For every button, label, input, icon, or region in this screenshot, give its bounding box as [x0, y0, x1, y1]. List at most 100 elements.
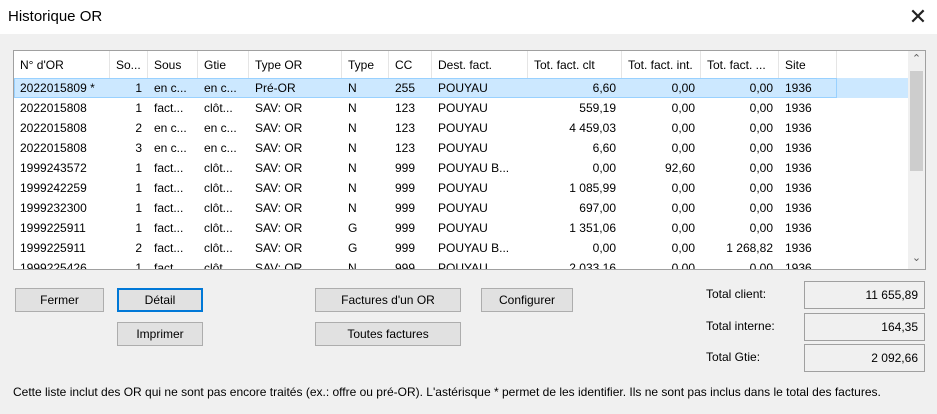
chevron-up-icon[interactable]: ⌃ — [908, 51, 925, 68]
table-row[interactable]: 1999225911 2 fact... clôt... SAV: OR G 999 POUY… — [14, 238, 909, 258]
detail-button[interactable]: Détail — [117, 288, 203, 312]
col-cc-cell: 123 — [395, 141, 416, 155]
toutes-factures-button[interactable]: Toutes factures — [315, 322, 461, 346]
col-so-cell: 1 — [135, 261, 142, 270]
col-so-cell: 2 — [135, 241, 142, 255]
col-cc-header[interactable]: CC — [389, 51, 432, 78]
col-or-number-cell: 2022015809 * — [20, 81, 95, 95]
col-type-cell: G — [348, 241, 358, 255]
col-tot-int-cell: 0,00 — [671, 201, 695, 215]
col-so-cell: 1 — [135, 221, 142, 235]
col-cc-cell: 999 — [395, 261, 416, 270]
col-gtie-cell: en c... — [204, 141, 237, 155]
configurer-button[interactable]: Configurer — [481, 288, 573, 312]
col-or-number-cell: 1999242259 — [20, 181, 87, 195]
col-tot-int-cell: 0,00 — [671, 81, 695, 95]
table-row[interactable]: 1999242259 1 fact... clôt... SAV: OR N 999 POUY… — [14, 178, 909, 198]
col-dest-fact-cell: POUYAU B... — [438, 161, 510, 175]
col-sous-cell: fact... — [154, 181, 184, 195]
col-gtie-cell: clôt... — [204, 221, 233, 235]
scrollbar-thumb[interactable] — [910, 71, 923, 171]
col-type-cell: N — [348, 121, 357, 135]
col-tot-clt-cell: 6,60 — [592, 81, 616, 95]
chevron-down-icon[interactable]: ⌄ — [908, 250, 925, 267]
col-site-cell: 1936 — [785, 161, 812, 175]
col-dest-fact-cell: POUYAU — [438, 81, 488, 95]
col-cc-cell: 999 — [395, 221, 416, 235]
col-tot-clt-cell: 0,00 — [592, 161, 616, 175]
col-gtie-cell: clôt... — [204, 161, 233, 175]
col-or-number-header[interactable]: N° d'OR — [14, 51, 110, 78]
col-or-number-cell: 1999232300 — [20, 201, 87, 215]
col-site-header[interactable]: Site — [779, 51, 837, 78]
col-so-cell: 1 — [135, 81, 142, 95]
total-gtie-label: Total Gtie: — [706, 350, 761, 364]
total-client-label: Total client: — [706, 287, 767, 301]
col-sous-cell: fact... — [154, 101, 184, 115]
col-dest-fact-cell: POUYAU — [438, 201, 488, 215]
table-row[interactable]: 1999225426 1 fact... clôt... SAV: OR N 999 POUY… — [14, 258, 909, 270]
col-type-cell: N — [348, 101, 357, 115]
col-or-number-cell: 2022015808 — [20, 141, 87, 155]
col-cc-cell: 123 — [395, 121, 416, 135]
col-tot-int-cell: 0,00 — [671, 241, 695, 255]
col-or-number-cell: 1999225426 — [20, 261, 87, 270]
col-so-cell: 1 — [135, 201, 142, 215]
total-interne-value: 164,35 — [804, 313, 925, 341]
col-tot-gtie-cell: 0,00 — [749, 161, 773, 175]
table-row[interactable]: 2022015809 * 1 en c... en c... Pré-OR N 255 POU… — [14, 78, 909, 98]
col-site-cell: 1936 — [785, 81, 812, 95]
col-or-number-cell: 2022015808 — [20, 121, 87, 135]
col-tot-clt-cell: 4 459,03 — [569, 121, 616, 135]
col-site-cell: 1936 — [785, 261, 812, 270]
col-type-or-header[interactable]: Type OR — [249, 51, 342, 78]
col-tot-gtie-cell: 0,00 — [749, 81, 773, 95]
table-row[interactable]: 2022015808 2 en c... en c... SAV: OR N 123 POUY… — [14, 118, 909, 138]
factures-or-button[interactable]: Factures d'un OR — [315, 288, 461, 312]
info-note: Cette liste inclut des OR qui ne sont pa… — [13, 385, 881, 399]
table-row[interactable]: 1999225911 1 fact... clôt... SAV: OR G 999 POUY… — [14, 218, 909, 238]
col-site-cell: 1936 — [785, 201, 812, 215]
col-type-header[interactable]: Type — [342, 51, 389, 78]
col-sous-header[interactable]: Sous — [148, 51, 198, 78]
col-tot-gtie-header[interactable]: Tot. fact. ... — [701, 51, 779, 78]
col-site-cell: 1936 — [785, 101, 812, 115]
or-history-list[interactable]: N° d'OR So... Sous Gtie Type OR Type CC Dest. f… — [13, 50, 926, 270]
imprimer-button[interactable]: Imprimer — [117, 322, 203, 346]
col-tot-gtie-cell: 0,00 — [749, 181, 773, 195]
col-gtie-header[interactable]: Gtie — [198, 51, 249, 78]
col-site-cell: 1936 — [785, 121, 812, 135]
col-dest-fact-cell: POUYAU — [438, 141, 488, 155]
col-so-header[interactable]: So... — [110, 51, 148, 78]
close-icon[interactable]: ✕ — [904, 3, 932, 31]
col-cc-cell: 999 — [395, 241, 416, 255]
col-tot-gtie-cell: 0,00 — [749, 141, 773, 155]
col-dest-fact-cell: POUYAU B... — [438, 241, 510, 255]
col-site-cell: 1936 — [785, 221, 812, 235]
col-type-or-cell: SAV: OR — [255, 101, 303, 115]
col-dest-fact-header[interactable]: Dest. fact. — [432, 51, 528, 78]
table-row[interactable]: 2022015808 3 en c... en c... SAV: OR N 123 POUY… — [14, 138, 909, 158]
col-gtie-cell: clôt... — [204, 241, 233, 255]
list-header: N° d'OR So... Sous Gtie Type OR Type CC Dest. f… — [14, 51, 909, 79]
col-sous-cell: fact... — [154, 201, 184, 215]
table-row[interactable]: 2022015808 1 fact... clôt... SAV: OR N 123 POUY… — [14, 98, 909, 118]
col-type-or-cell: SAV: OR — [255, 221, 303, 235]
col-gtie-cell: clôt... — [204, 201, 233, 215]
col-type-cell: N — [348, 141, 357, 155]
col-or-number-cell: 1999225911 — [20, 221, 86, 235]
col-site-cell: 1936 — [785, 141, 812, 155]
table-row[interactable]: 1999243572 1 fact... clôt... SAV: OR N 999 POUY… — [14, 158, 909, 178]
col-cc-cell: 999 — [395, 181, 416, 195]
fermer-button[interactable]: Fermer — [15, 288, 104, 312]
col-sous-cell: fact... — [154, 261, 184, 270]
vertical-scrollbar[interactable]: ⌃ ⌄ — [908, 51, 925, 269]
col-tot-int-header[interactable]: Tot. fact. int. — [622, 51, 701, 78]
col-type-or-cell: Pré-OR — [255, 81, 296, 95]
col-gtie-cell: clôt... — [204, 261, 233, 270]
col-cc-cell: 999 — [395, 161, 416, 175]
col-tot-clt-header[interactable]: Tot. fact. clt — [528, 51, 622, 78]
total-gtie-value: 2 092,66 — [804, 344, 925, 372]
col-type-cell: G — [348, 221, 358, 235]
table-row[interactable]: 1999232300 1 fact... clôt... SAV: OR N 999 POUY… — [14, 198, 909, 218]
